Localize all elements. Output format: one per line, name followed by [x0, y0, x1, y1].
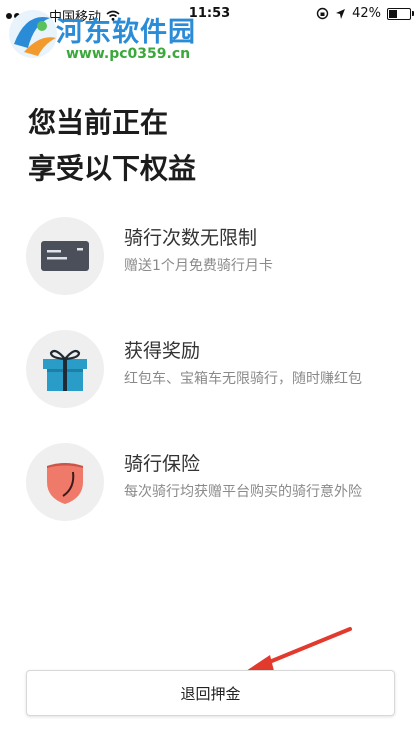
- battery-percent: 42%: [352, 6, 381, 21]
- benefit-title: 骑行次数无限制: [124, 227, 258, 249]
- gift-icon: [43, 349, 87, 391]
- page-title: 您当前正在 享受以下权益: [28, 100, 388, 192]
- watermark-logo-icon: [9, 10, 57, 58]
- rotation-lock-icon: [316, 7, 329, 20]
- benefit-insurance: 骑行保险 每次骑行均获赠平台购买的骑行意外险: [26, 443, 406, 523]
- annotation-arrow-icon: [246, 627, 352, 671]
- status-bar-right: 42%: [316, 6, 414, 21]
- page-title-line2: 享受以下权益: [28, 152, 197, 185]
- benefit-icon-circle: [26, 330, 104, 408]
- refund-deposit-button[interactable]: 退回押金: [26, 670, 395, 716]
- benefit-rewards: 获得奖励 红包车、宝箱车无限骑行，随时赚红包: [26, 330, 406, 410]
- benefit-desc: 红包车、宝箱车无限骑行，随时赚红包: [124, 371, 362, 387]
- location-icon: [336, 8, 346, 19]
- shield-icon: [47, 463, 83, 504]
- watermark-url: www.pc0359.cn: [66, 46, 191, 62]
- page-title-line1: 您当前正在: [28, 106, 169, 139]
- watermark-title: 河东软件园: [56, 17, 196, 48]
- benefit-icon-circle: [26, 443, 104, 521]
- card-icon: [41, 241, 89, 271]
- benefit-icon-circle: [26, 217, 104, 295]
- benefit-title: 获得奖励: [124, 340, 201, 362]
- benefit-title: 骑行保险: [124, 453, 201, 475]
- benefit-desc: 每次骑行均获赠平台购买的骑行意外险: [124, 484, 362, 500]
- battery-icon: [387, 7, 414, 20]
- benefit-desc: 赠送1个月免费骑行月卡: [124, 258, 273, 274]
- benefit-unlimited-rides: 骑行次数无限制 赠送1个月免费骑行月卡: [26, 217, 406, 297]
